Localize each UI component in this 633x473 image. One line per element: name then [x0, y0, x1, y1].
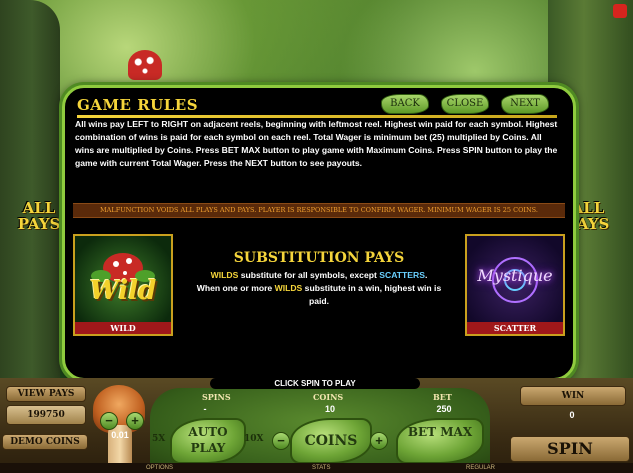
- spins-value: -: [203, 404, 207, 414]
- wild-symbol: Wild WILD: [73, 234, 173, 336]
- spins-label: SPINS: [202, 392, 231, 402]
- substitution-title: SUBSTITUTION PAYS: [233, 250, 405, 266]
- all-pays-left: ALL PAYS: [17, 199, 61, 233]
- wilds-highlight: WILDS: [274, 283, 303, 293]
- bet-label: BET: [433, 392, 452, 402]
- scatter-symbol: Mystique SCATTER: [465, 234, 565, 336]
- substitution-text-part: When one or more: [196, 283, 275, 293]
- close-button[interactable]: CLOSE: [441, 94, 489, 114]
- malfunction-notice: MALFUNCTION VOIDS ALL PLAYS AND PAYS. PL…: [73, 203, 565, 218]
- substitution-text-part: .: [424, 270, 428, 280]
- coins-minus-button[interactable]: −: [272, 432, 290, 450]
- rules-text: All wins pay LEFT to RIGHT on adjacent r…: [75, 119, 558, 168]
- coins-value: 10: [324, 404, 335, 414]
- scatters-highlight: SCATTERS: [379, 270, 425, 280]
- game-rules-panel: GAME RULES BACK CLOSE NEXT All wins pay …: [62, 85, 576, 381]
- coins-label: COINS: [313, 392, 344, 402]
- rules-title: GAME RULES: [77, 96, 199, 114]
- bet-max-button[interactable]: BET MAX: [396, 418, 484, 464]
- substitution-text-part: substitute for all symbols, except: [238, 270, 380, 280]
- scatter-symbol-art: Mystique: [477, 266, 553, 285]
- coin-value: 0.01: [111, 430, 129, 440]
- scatter-caption: SCATTER: [467, 322, 563, 334]
- coin-value-plus[interactable]: +: [126, 412, 144, 430]
- view-pays-button[interactable]: VIEW PAYS: [6, 386, 86, 402]
- wild-caption: WILD: [75, 322, 171, 334]
- regular-mode-link[interactable]: REGULAR: [466, 463, 495, 473]
- next-button[interactable]: NEXT: [501, 94, 549, 114]
- substitution-text: WILDS substitute for all symbols, except…: [190, 269, 448, 308]
- demo-coins-label: DEMO COINS: [2, 434, 88, 450]
- substitution-text-part: substitute in a win, highest win is paid…: [302, 283, 442, 306]
- win-value: 0: [569, 410, 575, 420]
- coin-value-minus[interactable]: −: [100, 412, 118, 430]
- balance-display: 199750: [6, 405, 86, 425]
- wilds-highlight: WILDS: [210, 270, 239, 280]
- wild-symbol-art: Wild: [89, 276, 157, 306]
- autoplay-button[interactable]: AUTO PLAY: [170, 418, 246, 464]
- back-button[interactable]: BACK: [381, 94, 429, 114]
- click-spin-message: CLICK SPIN TO PLAY: [210, 378, 420, 389]
- autoplay-5x[interactable]: 5X: [152, 434, 165, 444]
- coins-button[interactable]: COINS: [290, 418, 372, 464]
- win-label: WIN: [520, 386, 626, 406]
- stats-link[interactable]: STATS: [312, 463, 330, 473]
- options-link[interactable]: OPTIONS: [146, 463, 173, 473]
- mushroom-decoration: [128, 50, 162, 80]
- bet-value: 250: [436, 404, 452, 414]
- autoplay-10x[interactable]: 10X: [244, 434, 264, 444]
- spin-button[interactable]: SPIN: [510, 436, 630, 462]
- coins-plus-button[interactable]: +: [370, 432, 388, 450]
- close-game-icon[interactable]: [613, 4, 627, 18]
